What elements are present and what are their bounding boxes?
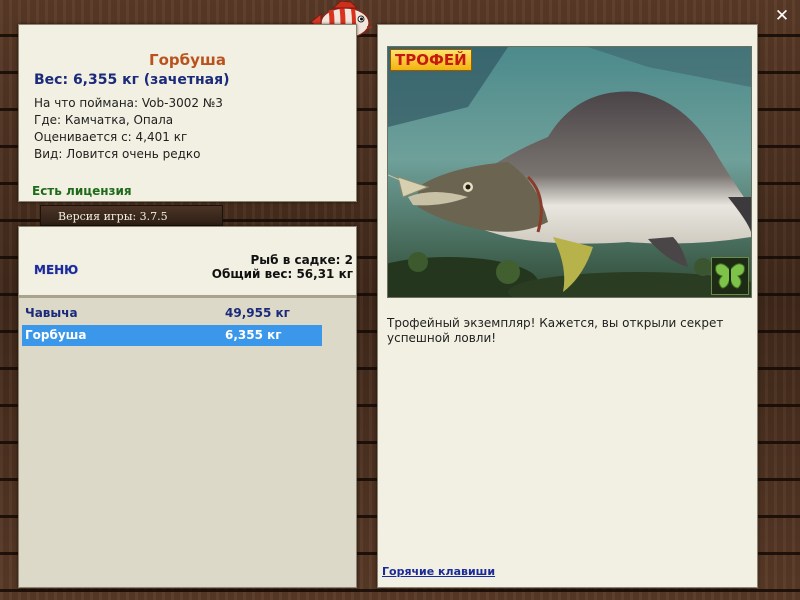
list-item[interactable]: Горбуша 6,355 кг xyxy=(22,325,322,346)
trophy-badge: ТРОФЕЙ xyxy=(390,49,472,71)
valued-from-line: Оценивается с: 4,401 кг xyxy=(34,130,188,144)
menu-button[interactable]: МЕНЮ xyxy=(34,263,78,277)
catch-list-panel: МЕНЮ Рыб в садке: 2 Общий вес: 56,31 кг … xyxy=(18,226,357,588)
list-item[interactable]: Чавыча 49,955 кг xyxy=(22,303,322,324)
catch-name: Чавыча xyxy=(25,306,78,320)
catch-weight: 49,955 кг xyxy=(225,306,290,320)
close-icon: ✕ xyxy=(774,6,790,26)
fish-photo: ТРОФЕЙ xyxy=(387,46,752,298)
fish-count: Рыб в садке: 2 xyxy=(250,253,354,267)
rarity-line: Вид: Ловится очень редко xyxy=(34,147,201,161)
catch-weight: 6,355 кг xyxy=(225,328,282,342)
detail-description: Трофейный экземпляр! Кажется, вы открыли… xyxy=(387,316,724,345)
keepnet-stats: Рыб в садке: 2 Общий вес: 56,31 кг xyxy=(212,253,353,281)
version-label: Версия игры: 3.7.5 xyxy=(40,205,223,226)
butterfly-icon xyxy=(715,263,745,289)
total-weight: Общий вес: 56,31 кг xyxy=(211,267,353,281)
fish-detail-panel: ТРОФЕЙ Трофейный экземпляр! Кажется, вы … xyxy=(377,24,758,588)
hotkeys-link[interactable]: Горячие клавиши xyxy=(382,565,495,578)
fish-title: Горбуша xyxy=(149,51,226,69)
fish-weight: Вес: 6,355 кг (зачетная) xyxy=(34,72,230,88)
catch-info-panel: Горбуша Вес: 6,355 кг (зачетная) На что … xyxy=(18,24,357,202)
license-status: Есть лицензия xyxy=(32,184,132,198)
location-line: Где: Камчатка, Опала xyxy=(34,113,174,127)
butterfly-button[interactable] xyxy=(711,257,749,295)
list-header: МЕНЮ Рыб в садке: 2 Общий вес: 56,31 кг xyxy=(19,227,356,298)
caught-on-line: На что поймана: Vob-3002 №3 xyxy=(34,96,223,110)
catch-name: Горбуша xyxy=(25,328,87,342)
close-button[interactable]: ✕ xyxy=(772,6,792,26)
